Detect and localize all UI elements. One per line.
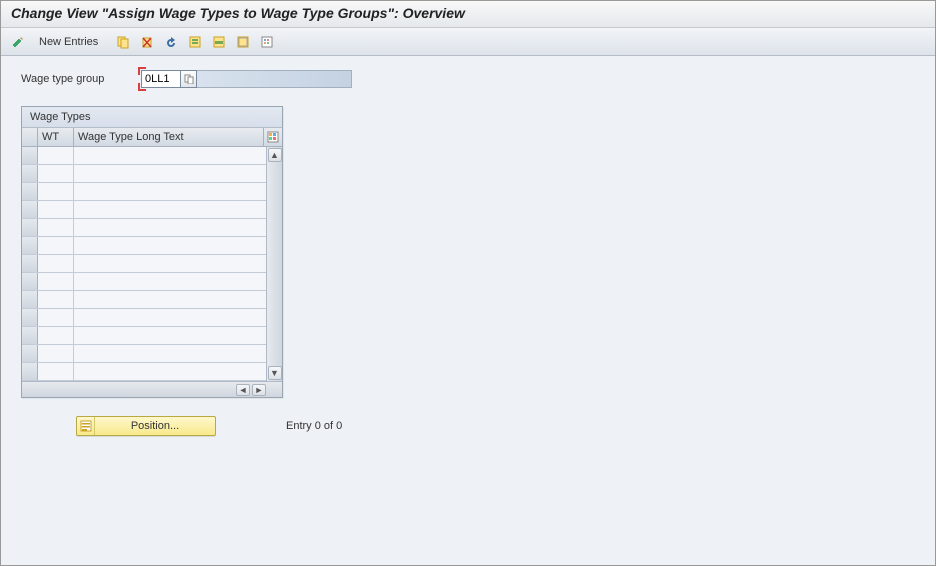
table-row — [22, 237, 266, 255]
wage-types-table: Wage Types WT Wage Type Long Text ▲ ▼ ◄ … — [21, 106, 283, 398]
column-header-selector[interactable] — [22, 128, 38, 146]
cell-long-text[interactable] — [74, 363, 266, 380]
wage-type-group-input[interactable] — [141, 70, 181, 88]
row-selector[interactable] — [22, 255, 38, 272]
delete-icon[interactable] — [136, 32, 158, 52]
row-selector[interactable] — [22, 345, 38, 362]
row-selector[interactable] — [22, 237, 38, 254]
cell-long-text[interactable] — [74, 345, 266, 362]
cell-long-text[interactable] — [74, 183, 266, 200]
scroll-right-icon[interactable]: ► — [252, 384, 266, 396]
table-row — [22, 219, 266, 237]
table-row — [22, 309, 266, 327]
position-button-label: Position... — [95, 420, 215, 432]
table-row — [22, 147, 266, 165]
cell-wt[interactable] — [38, 273, 74, 290]
cell-wt[interactable] — [38, 309, 74, 326]
vertical-scrollbar[interactable]: ▲ ▼ — [266, 147, 282, 381]
row-selector[interactable] — [22, 183, 38, 200]
content-area: Wage type group Wage Types WT Wage Type … — [1, 56, 935, 565]
cell-wt[interactable] — [38, 327, 74, 344]
cell-long-text[interactable] — [74, 165, 266, 182]
table-row — [22, 165, 266, 183]
select-block-icon[interactable] — [208, 32, 230, 52]
cell-wt[interactable] — [38, 345, 74, 362]
table-header-row: WT Wage Type Long Text — [22, 128, 282, 147]
table-settings-icon[interactable] — [264, 128, 282, 146]
cell-long-text[interactable] — [74, 237, 266, 254]
table-row — [22, 183, 266, 201]
cell-wt[interactable] — [38, 237, 74, 254]
select-all-icon[interactable] — [184, 32, 206, 52]
cell-wt[interactable] — [38, 291, 74, 308]
cell-wt[interactable] — [38, 165, 74, 182]
row-selector[interactable] — [22, 201, 38, 218]
cell-wt[interactable] — [38, 183, 74, 200]
cell-wt[interactable] — [38, 255, 74, 272]
table-row — [22, 273, 266, 291]
scroll-down-icon[interactable]: ▼ — [268, 366, 282, 380]
cell-long-text[interactable] — [74, 273, 266, 290]
search-help-icon[interactable] — [181, 70, 197, 88]
horizontal-scrollbar[interactable]: ◄ ► — [22, 381, 282, 397]
page-title: Change View "Assign Wage Types to Wage T… — [1, 1, 935, 28]
cell-long-text[interactable] — [74, 201, 266, 218]
row-selector[interactable] — [22, 327, 38, 344]
row-selector[interactable] — [22, 291, 38, 308]
footer-row: Position... Entry 0 of 0 — [21, 416, 915, 436]
toggle-display-change-icon[interactable] — [7, 32, 29, 52]
table-row — [22, 201, 266, 219]
cell-long-text[interactable] — [74, 291, 266, 308]
row-selector[interactable] — [22, 273, 38, 290]
wage-type-group-label: Wage type group — [21, 73, 141, 85]
print-bc-set-icon[interactable] — [256, 32, 278, 52]
row-selector[interactable] — [22, 165, 38, 182]
table-title: Wage Types — [22, 107, 282, 128]
cell-long-text[interactable] — [74, 309, 266, 326]
new-entries-button[interactable]: New Entries — [31, 32, 106, 52]
scroll-up-icon[interactable]: ▲ — [268, 148, 282, 162]
table-row — [22, 327, 266, 345]
cell-long-text[interactable] — [74, 147, 266, 164]
cell-wt[interactable] — [38, 147, 74, 164]
table-row — [22, 345, 266, 363]
scroll-left-icon[interactable]: ◄ — [236, 384, 250, 396]
deselect-all-icon[interactable] — [232, 32, 254, 52]
row-selector[interactable] — [22, 147, 38, 164]
table-row — [22, 291, 266, 309]
table-row — [22, 255, 266, 273]
cell-wt[interactable] — [38, 201, 74, 218]
toolbar: New Entries www.tutorialkart.com — [1, 28, 935, 56]
entry-count-text: Entry 0 of 0 — [286, 420, 342, 432]
position-icon — [77, 417, 95, 435]
row-selector[interactable] — [22, 309, 38, 326]
position-button[interactable]: Position... — [76, 416, 216, 436]
table-row — [22, 363, 266, 381]
field-extension-bar — [197, 70, 352, 88]
wage-type-group-field-row: Wage type group — [21, 70, 915, 88]
row-selector[interactable] — [22, 363, 38, 380]
cell-long-text[interactable] — [74, 327, 266, 344]
cell-long-text[interactable] — [74, 219, 266, 236]
copy-as-icon[interactable] — [112, 32, 134, 52]
cell-long-text[interactable] — [74, 255, 266, 272]
row-selector[interactable] — [22, 219, 38, 236]
undo-change-icon[interactable] — [160, 32, 182, 52]
cell-wt[interactable] — [38, 363, 74, 380]
column-header-longtext[interactable]: Wage Type Long Text — [74, 128, 264, 146]
column-header-wt[interactable]: WT — [38, 128, 74, 146]
cell-wt[interactable] — [38, 219, 74, 236]
